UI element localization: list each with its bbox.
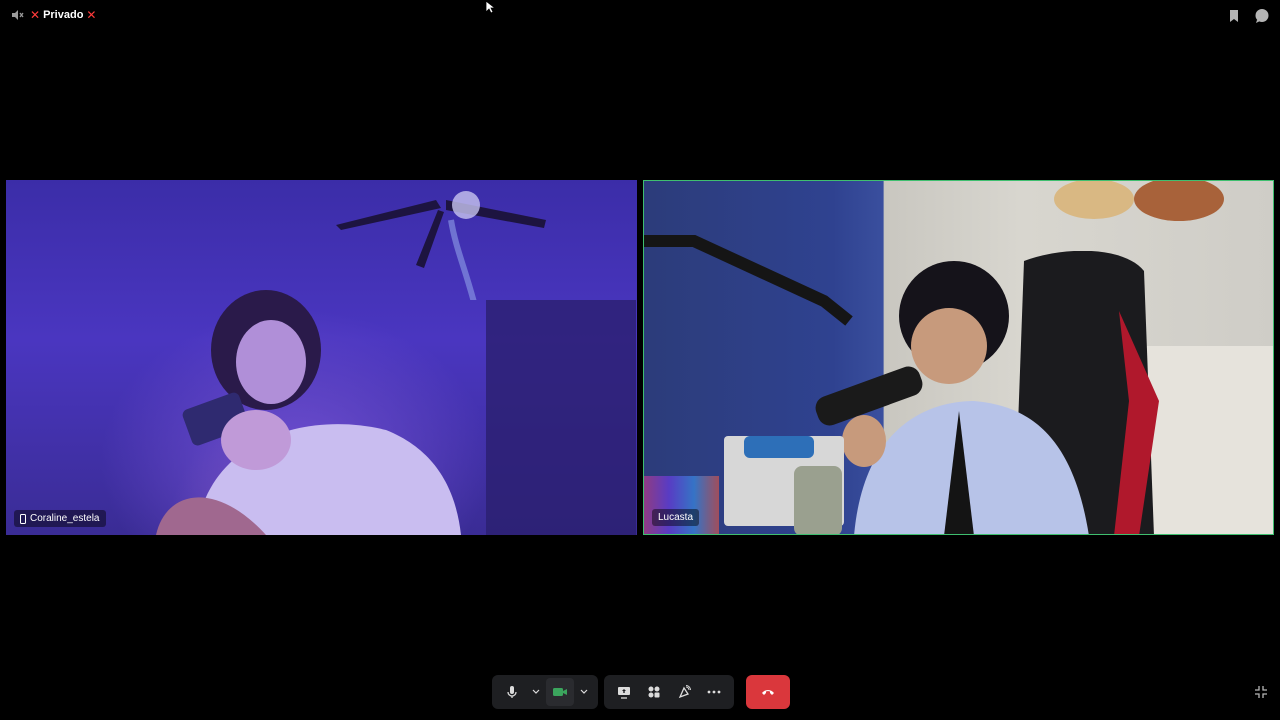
participant-figure xyxy=(842,261,1089,534)
channel-title: ✕ Privado ✕ xyxy=(30,8,96,22)
mouse-cursor-icon xyxy=(485,0,497,19)
soundboard-button[interactable] xyxy=(670,678,698,706)
more-options-button[interactable] xyxy=(700,678,728,706)
screen-share-button[interactable] xyxy=(610,678,638,706)
participant-name: Coraline_estela xyxy=(30,513,100,524)
video-tile-coraline[interactable]: Coraline_estela xyxy=(6,180,637,535)
red-x-icon: ✕ xyxy=(30,8,41,22)
more-options-icon xyxy=(707,690,721,694)
participant-name-tag: Coraline_estela xyxy=(14,510,106,527)
mobile-phone-icon xyxy=(20,513,26,524)
background-wall xyxy=(486,300,636,535)
top-bar-left: ✕ Privado ✕ xyxy=(10,8,96,22)
activities-icon xyxy=(647,685,661,699)
ceiling-fan-graphic xyxy=(336,191,546,300)
call-controls xyxy=(492,675,790,709)
actions-group xyxy=(604,675,734,709)
microphone-options-button[interactable] xyxy=(528,678,544,706)
top-bar-right xyxy=(1228,8,1270,24)
guitars-graphic xyxy=(1054,181,1224,221)
soundboard-icon xyxy=(677,685,691,699)
participant-name-tag: Lucasta xyxy=(652,509,700,526)
top-bar: ✕ Privado ✕ xyxy=(0,0,1280,32)
water-bottle-graphic xyxy=(794,466,842,534)
microphone-icon xyxy=(506,685,518,699)
bookmark-icon[interactable] xyxy=(1228,9,1240,23)
audio-video-group xyxy=(492,675,598,709)
microphone-button[interactable] xyxy=(498,678,526,706)
screen-share-icon xyxy=(617,686,631,699)
participant-name: Lucasta xyxy=(658,512,694,523)
chat-bubble-icon[interactable] xyxy=(1254,8,1270,24)
chevron-down-icon xyxy=(580,689,588,695)
camera-icon xyxy=(552,686,568,698)
red-x-icon: ✕ xyxy=(86,8,97,22)
camera-button[interactable] xyxy=(546,678,574,706)
hang-up-icon xyxy=(761,688,775,696)
participant-figure xyxy=(156,290,461,535)
blue-case-graphic xyxy=(744,436,814,458)
rgb-keyboard-graphic xyxy=(644,476,719,534)
channel-title-text: Privado xyxy=(43,9,84,21)
exit-fullscreen-icon[interactable] xyxy=(1254,685,1268,699)
camera-options-button[interactable] xyxy=(576,678,592,706)
chevron-down-icon xyxy=(532,689,540,695)
video-tile-lucasta[interactable]: Lucasta xyxy=(643,180,1274,535)
volume-muted-icon[interactable] xyxy=(10,8,24,22)
activities-button[interactable] xyxy=(640,678,668,706)
disconnect-button[interactable] xyxy=(746,675,790,709)
